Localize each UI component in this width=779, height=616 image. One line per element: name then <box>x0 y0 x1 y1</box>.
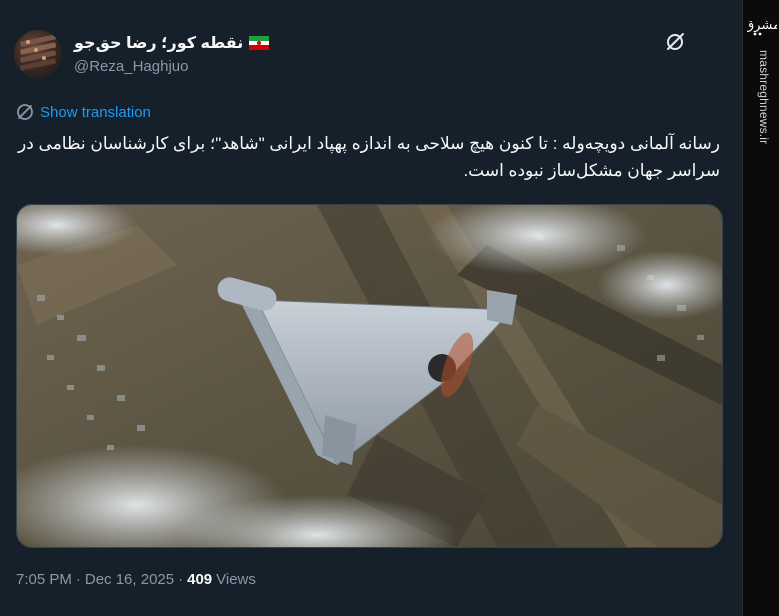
tweet-media-image[interactable] <box>16 204 723 548</box>
svg-text:مشرق: مشرق <box>747 18 777 33</box>
tweet-date[interactable]: Dec 16, 2025 <box>85 571 174 588</box>
tweet-meta: 7:05 PM · Dec 16, 2025 · 409 Views <box>16 571 256 588</box>
meta-separator: · <box>178 571 184 588</box>
avatar[interactable] <box>14 30 62 78</box>
show-translation-link[interactable]: Show translation <box>16 103 151 121</box>
tweet-time[interactable]: 7:05 PM <box>16 571 72 588</box>
grok-icon[interactable] <box>664 31 686 53</box>
tweet: نقطه کور؛ رضا حق‌جو @Reza_Haghjuo Show t… <box>0 0 742 616</box>
show-translation-label[interactable]: Show translation <box>40 104 151 121</box>
mashregh-logo: مشرق <box>747 18 777 36</box>
views-count: 409 <box>187 571 213 588</box>
views-label: Views <box>216 571 256 588</box>
tweet-text: رسانه آلمانی دویچه‌وله : تا کنون هیچ سلا… <box>18 134 720 180</box>
user-handle[interactable]: @Reza_Haghjuo <box>74 58 188 75</box>
site-watermark: mashreghnews.ir <box>757 50 771 145</box>
watermark-strip: مشرق mashreghnews.ir <box>742 0 779 616</box>
meta-separator: · <box>75 571 81 588</box>
display-name[interactable]: نقطه کور؛ رضا حق‌جو <box>74 33 243 53</box>
translate-globe-icon <box>17 104 33 120</box>
iran-flag-icon <box>249 36 270 50</box>
shahed-drone-photo <box>17 205 722 547</box>
author-name-row[interactable]: نقطه کور؛ رضا حق‌جو <box>74 32 270 54</box>
